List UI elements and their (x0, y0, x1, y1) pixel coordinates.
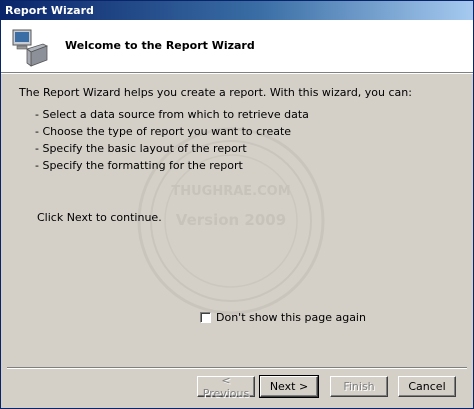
watermark-line1: THUGHRAE.COM (171, 184, 290, 199)
wizard-heading: Welcome to the Report Wizard (65, 39, 255, 52)
bullet-select-data-source: - Select a data source from which to ret… (35, 108, 309, 121)
header-divider (1, 73, 473, 74)
button-bar-divider (7, 367, 467, 369)
title-bar: Report Wizard (1, 1, 473, 20)
dont-show-again-checkbox[interactable] (200, 312, 211, 323)
computer-icon (12, 29, 48, 67)
window-title: Report Wizard (5, 4, 94, 17)
next-button[interactable]: Next > (259, 375, 319, 398)
watermark-line2: Version 2009 (176, 211, 286, 229)
cancel-button[interactable]: Cancel (398, 376, 456, 397)
previous-button[interactable]: < Previous (197, 374, 255, 400)
continue-hint: Click Next to continue. (37, 211, 162, 224)
finish-button[interactable]: Finish (330, 376, 388, 397)
dont-show-again-option[interactable]: Don't show this page again (200, 311, 366, 324)
report-wizard-window: Report Wizard Welcome to the Report Wiza… (0, 0, 474, 409)
bullet-specify-layout: - Specify the basic layout of the report (35, 142, 247, 155)
dont-show-again-label[interactable]: Don't show this page again (216, 311, 366, 324)
bullet-choose-report-type: - Choose the type of report you want to … (35, 125, 292, 138)
wizard-header: Welcome to the Report Wizard (1, 20, 473, 73)
intro-text: The Report Wizard helps you create a rep… (19, 86, 412, 99)
bullet-specify-formatting: - Specify the formatting for the report (35, 159, 243, 172)
